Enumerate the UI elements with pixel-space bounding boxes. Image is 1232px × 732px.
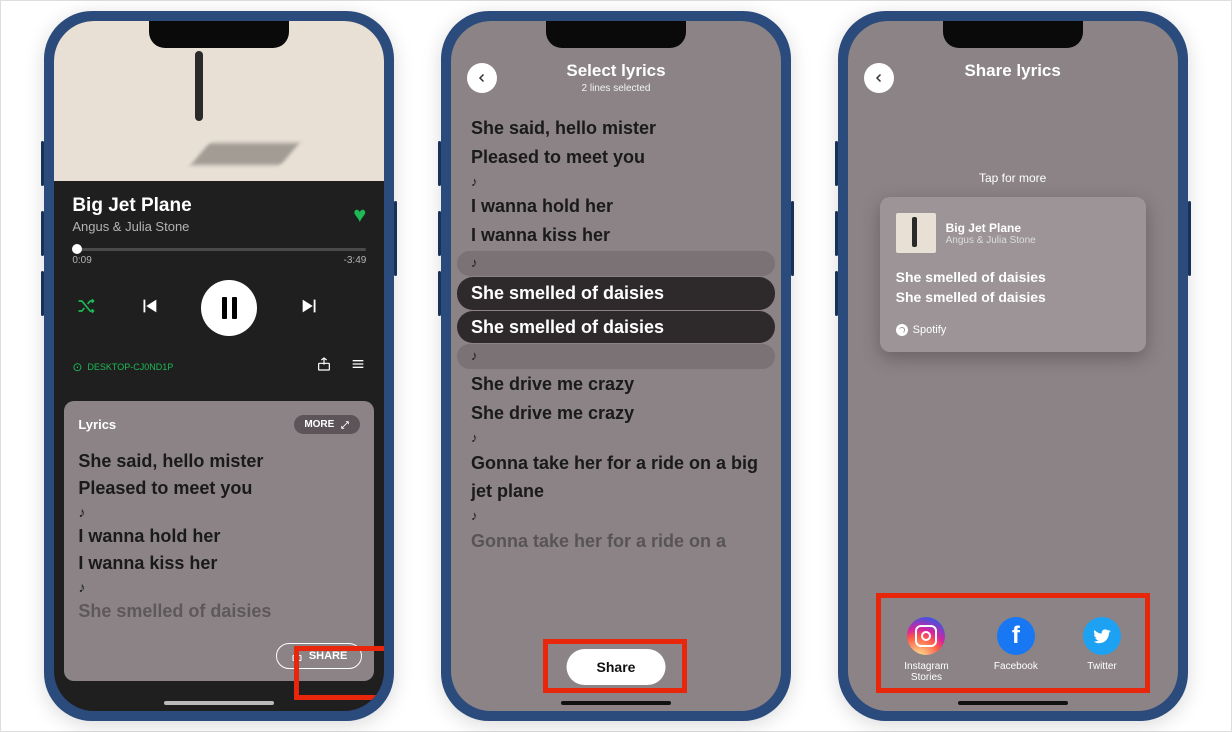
lyric-line[interactable]: Gonna take her for a ride on a xyxy=(471,527,761,556)
phone-frame-select-lyrics: Select lyrics 2 lines selected She said,… xyxy=(441,11,791,721)
share-icon[interactable] xyxy=(316,356,332,377)
time-remaining: -3:49 xyxy=(344,255,367,266)
back-button[interactable] xyxy=(467,63,497,93)
lyric-line[interactable]: She drive me crazy xyxy=(471,370,761,399)
tw-icon xyxy=(1083,617,1121,655)
share-target-tw[interactable]: Twitter xyxy=(1083,617,1121,683)
page-title: Share lyrics xyxy=(964,61,1060,81)
share-target-label: InstagramStories xyxy=(904,661,948,683)
lyrics-share-button[interactable]: SHARE xyxy=(276,643,363,669)
card-lyric-line: She smelled of daisies xyxy=(896,287,1130,307)
lyric-line[interactable]: She drive me crazy xyxy=(471,399,761,428)
notch xyxy=(546,21,686,48)
back-button[interactable] xyxy=(864,63,894,93)
expand-icon xyxy=(340,420,350,430)
lyric-line[interactable]: She said, hello mister xyxy=(471,114,761,143)
share-target-label: Twitter xyxy=(1083,661,1121,672)
card-lyric-line: She smelled of daisies xyxy=(896,267,1130,287)
time-elapsed: 0:09 xyxy=(72,255,91,266)
home-indicator[interactable] xyxy=(561,701,671,705)
lyric-line[interactable]: She smelled of daisies xyxy=(78,598,360,625)
phone-frame-share-lyrics: Share lyrics Tap for more Big Jet Plane … xyxy=(838,11,1188,721)
play-pause-button[interactable] xyxy=(201,280,257,336)
notch xyxy=(943,21,1083,48)
shuffle-icon[interactable] xyxy=(76,296,96,321)
ig-icon xyxy=(907,617,945,655)
selected-lyric-line[interactable]: She smelled of daisies xyxy=(457,311,775,344)
home-indicator[interactable] xyxy=(164,701,274,705)
page-title: Select lyrics xyxy=(566,61,665,81)
lyric-line[interactable]: ♪ xyxy=(471,428,761,449)
lyric-line[interactable]: I wanna kiss her xyxy=(471,221,761,250)
fb-icon: f xyxy=(997,617,1035,655)
share-target-fb[interactable]: f Facebook xyxy=(994,617,1038,683)
song-title: Big Jet Plane xyxy=(72,195,191,217)
lyric-line[interactable]: Gonna take her for a ride on a big jet p… xyxy=(471,449,761,507)
card-song-title: Big Jet Plane xyxy=(946,221,1036,235)
lyrics-more-button[interactable]: MORE xyxy=(294,415,360,434)
lyric-line[interactable]: I wanna hold her xyxy=(471,192,761,221)
selected-lyric-line[interactable]: She smelled of daisies xyxy=(457,277,775,310)
artist-name[interactable]: Angus & Julia Stone xyxy=(72,219,191,234)
share-button[interactable]: Share xyxy=(567,649,666,685)
lyric-line[interactable]: ♪ xyxy=(457,344,775,369)
lyric-line[interactable]: I wanna hold her xyxy=(78,523,360,550)
selection-count: 2 lines selected xyxy=(566,83,665,94)
lyric-line[interactable]: She said, hello mister xyxy=(78,448,360,475)
album-art-thumbnail xyxy=(896,213,936,253)
notch xyxy=(149,21,289,48)
like-icon[interactable]: ♥ xyxy=(353,202,366,228)
card-artist: Angus & Julia Stone xyxy=(946,235,1036,246)
share-icon xyxy=(291,650,303,662)
tap-for-more-hint[interactable]: Tap for more xyxy=(848,171,1178,185)
chevron-left-icon xyxy=(476,72,488,84)
queue-icon[interactable] xyxy=(350,356,366,377)
previous-icon[interactable] xyxy=(138,295,160,322)
lyric-line[interactable]: I wanna kiss her xyxy=(78,550,360,577)
phone-frame-now-playing: Big Jet Plane Angus & Julia Stone ♥ 0:09… xyxy=(44,11,394,721)
share-target-ig[interactable]: InstagramStories xyxy=(904,617,948,683)
lyrics-title: Lyrics xyxy=(78,417,116,432)
share-target-label: Facebook xyxy=(994,661,1038,672)
spotify-brand: Spotify xyxy=(896,324,1130,336)
speaker-icon: ⊙ xyxy=(72,360,82,374)
next-icon[interactable] xyxy=(299,295,321,322)
lyric-line[interactable]: ♪ xyxy=(471,506,761,527)
lyric-line[interactable]: Pleased to meet you xyxy=(78,475,360,502)
chevron-left-icon xyxy=(873,72,885,84)
lyric-line[interactable]: ♪ xyxy=(78,502,360,523)
lyric-line[interactable]: ♪ xyxy=(457,251,775,276)
share-preview-card[interactable]: Big Jet Plane Angus & Julia Stone She sm… xyxy=(880,197,1146,352)
pause-icon xyxy=(222,297,237,319)
lyric-line[interactable]: Pleased to meet you xyxy=(471,143,761,172)
device-name: DESKTOP-CJ0ND1P xyxy=(87,362,173,372)
lyric-line[interactable]: ♪ xyxy=(471,172,761,193)
connect-device[interactable]: ⊙ DESKTOP-CJ0ND1P xyxy=(72,360,173,374)
lyric-line[interactable]: ♪ xyxy=(78,577,360,598)
progress-slider[interactable]: 0:09 -3:49 xyxy=(72,248,366,266)
home-indicator[interactable] xyxy=(958,701,1068,705)
spotify-icon xyxy=(896,324,908,336)
lyrics-card[interactable]: Lyrics MORE She said, hello misterPlease… xyxy=(64,401,374,681)
